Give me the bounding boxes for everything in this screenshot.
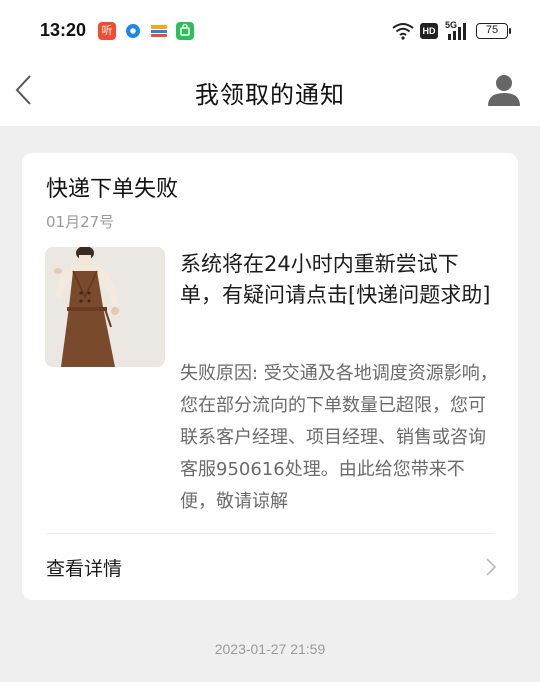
hd-badge: HD <box>420 23 438 39</box>
view-details-label: 查看详情 <box>46 558 123 580</box>
wifi-icon <box>392 23 414 40</box>
failure-reason: 失败原因: 受交通及各地调度资源影响，您在部分流向的下单数量已超限，您可联系客户… <box>180 363 498 512</box>
profile-button[interactable] <box>484 70 524 110</box>
notification-date: 01月27号 <box>46 213 115 231</box>
shopping-app-icon <box>176 22 194 40</box>
user-icon <box>488 75 520 106</box>
page-title: 我领取的通知 <box>195 81 345 109</box>
signal-icon <box>448 23 466 40</box>
notification-headline[interactable]: 系统将在24小时内重新尝试下单，有疑问请点击[快递问题求助] <box>180 249 500 311</box>
browser-app-icon <box>124 22 142 40</box>
view-details-button[interactable]: 查看详情 <box>22 534 518 600</box>
dress-product-image <box>45 247 165 367</box>
battery-indicator: 75 <box>476 23 511 39</box>
nav-bar: 我领取的通知 <box>0 62 540 126</box>
message-timestamp: 2023-01-27 21:59 <box>214 641 326 657</box>
status-time: 13:20 <box>40 20 87 40</box>
product-image[interactable] <box>45 247 165 367</box>
ting-app-icon: 听 <box>98 22 116 40</box>
wallet-app-icon <box>150 22 168 40</box>
notification-card: 快递下单失败 01月27号 系统将在24小时内重新尝试下单，有疑问请点击[快递问… <box>22 153 518 600</box>
notification-title: 快递下单失败 <box>46 177 179 202</box>
chevron-right-icon <box>486 558 497 576</box>
status-bar: 13:20 听 HD 5G 75 <box>0 0 540 62</box>
